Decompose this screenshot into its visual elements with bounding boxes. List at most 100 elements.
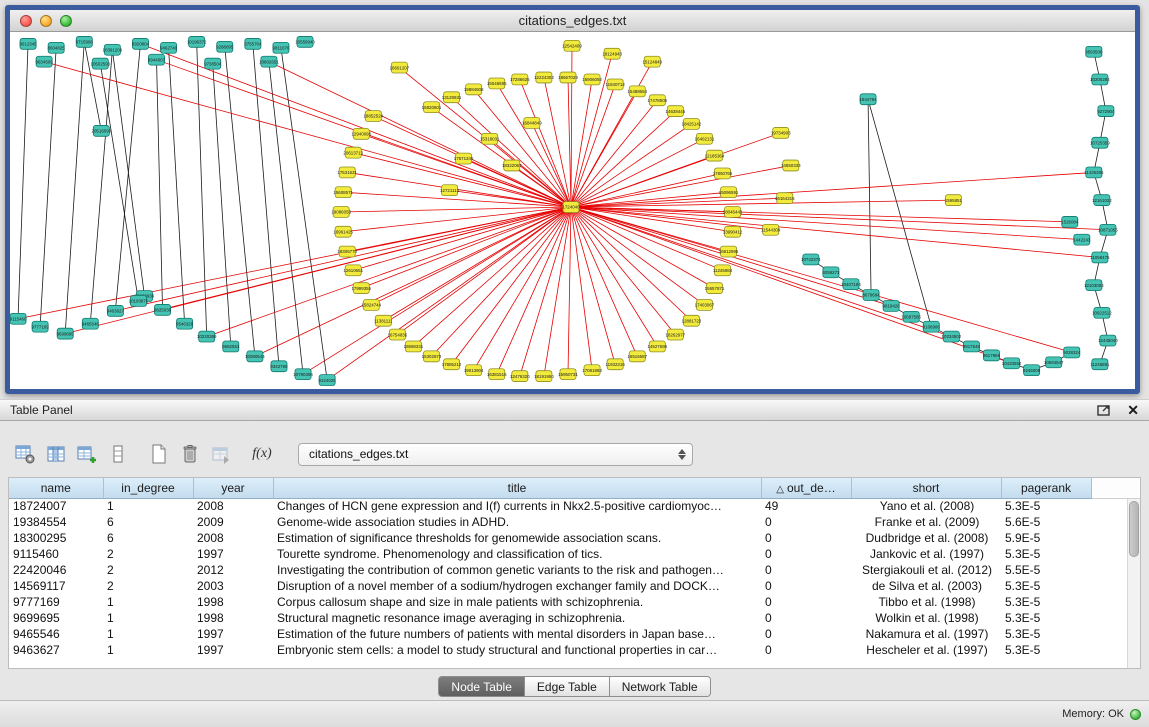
graph-node[interactable]: 8755704 <box>244 38 262 49</box>
cell-list-icon[interactable] <box>107 443 129 465</box>
graph-node[interactable]: 11840712 <box>606 79 626 90</box>
cell[interactable]: 18724007 <box>9 498 103 514</box>
graph-node[interactable]: 16961425 <box>333 226 353 237</box>
table-row[interactable]: 2242004622012Investigating the contribut… <box>9 562 1140 578</box>
graph-node[interactable]: 13990412 <box>723 226 743 237</box>
graph-node[interactable]: 16381516 <box>487 369 507 380</box>
cell[interactable]: 5.3E-5 <box>1001 578 1091 594</box>
cell[interactable]: Franke et al. (2009) <box>851 514 1001 530</box>
graph-node[interactable]: 10725359 <box>1090 137 1110 148</box>
graph-node[interactable]: 9028324 <box>1063 347 1081 358</box>
cell[interactable]: 1997 <box>193 546 273 562</box>
graph-node[interactable]: 19013904 <box>464 365 484 376</box>
cell[interactable]: Corpus callosum shape and size in male p… <box>273 594 761 610</box>
graph-node[interactable]: 14527698 <box>647 341 667 352</box>
cell[interactable]: 2 <box>103 546 193 562</box>
graph-node[interactable]: 12476320 <box>510 371 530 382</box>
cell[interactable]: 0 <box>761 610 851 626</box>
graph-node[interactable]: 16906092 <box>582 74 602 85</box>
cell[interactable]: 2008 <box>193 498 273 514</box>
function-builder-icon[interactable]: f(x) <box>251 443 273 465</box>
graph-node[interactable]: 12881723 <box>682 315 702 326</box>
cell[interactable]: 5.3E-5 <box>1001 626 1091 642</box>
graph-node[interactable]: 11058475 <box>1090 252 1110 263</box>
cell[interactable]: Structural magnetic resonance image aver… <box>273 610 761 626</box>
cell[interactable]: Tourette syndrome. Phenomenology and cla… <box>273 546 761 562</box>
graph-node[interactable]: 9465546 <box>82 318 100 329</box>
cell[interactable]: 0 <box>761 594 851 610</box>
cell[interactable]: 49 <box>761 498 851 514</box>
cell[interactable]: 0 <box>761 546 851 562</box>
cell[interactable]: 2 <box>103 562 193 578</box>
graph-node[interactable]: 10802651 <box>259 56 279 67</box>
graph-node[interactable]: 9738504 <box>204 58 222 69</box>
graph-node[interactable]: 1724040 <box>562 202 580 213</box>
graph-node[interactable]: 12103004 <box>1084 280 1104 291</box>
graph-node[interactable]: 17081983 <box>582 365 602 376</box>
cell[interactable]: 5.3E-5 <box>1001 498 1091 514</box>
graph-node[interactable]: 9463627 <box>107 305 125 316</box>
cell[interactable]: 1 <box>103 498 193 514</box>
graph-node[interactable]: 10391209 <box>103 44 123 55</box>
table-row[interactable]: 911546021997Tourette syndrome. Phenomeno… <box>9 546 1140 562</box>
cell[interactable]: 9699695 <box>9 610 103 626</box>
delete-table-icon[interactable] <box>179 443 201 465</box>
graph-node[interactable]: 8944007 <box>148 54 166 65</box>
graph-node[interactable]: 9106906 <box>923 321 941 332</box>
cell[interactable]: 18300295 <box>9 530 103 546</box>
citation-network-graph[interactable]: 1724040188525241294009820613713175316211… <box>10 32 1135 388</box>
graph-node[interactable]: 9245009 <box>1023 365 1041 376</box>
graph-node[interactable]: 19734903 <box>771 127 791 138</box>
graph-node[interactable]: 17850766 <box>713 168 733 179</box>
graph-node[interactable]: 15950731 <box>558 369 578 380</box>
cell[interactable]: 1 <box>103 642 193 658</box>
graph-node[interactable]: 18667029 <box>558 72 578 83</box>
graph-node[interactable]: 16601207 <box>390 62 410 73</box>
cell[interactable]: 1 <box>103 610 193 626</box>
graph-node[interactable]: 20613713 <box>343 147 363 158</box>
column-header-in_degree[interactable]: in_degree <box>103 478 193 498</box>
graph-node[interactable]: 16402131 <box>695 133 715 144</box>
graph-node[interactable]: 18191950 <box>534 371 554 382</box>
graph-node[interactable]: 15657871 <box>705 283 725 294</box>
graph-node[interactable]: 8825036 <box>154 304 172 315</box>
graph-node[interactable]: 11381111 <box>374 315 393 326</box>
graph-node[interactable]: 11246891 <box>1090 359 1110 370</box>
tab-edge-table[interactable]: Edge Table <box>525 676 610 697</box>
graph-node[interactable]: 18124943 <box>602 48 622 59</box>
graph-node[interactable]: 11425305 <box>1084 167 1104 178</box>
graph-node[interactable]: 12542409 <box>562 40 582 51</box>
cell[interactable]: 5.3E-5 <box>1001 594 1091 610</box>
graph-node[interactable]: 15546595 <box>487 78 507 89</box>
graph-node[interactable]: 17999356 <box>351 283 371 294</box>
graph-node[interactable]: 16820601 <box>422 102 442 113</box>
graph-node[interactable]: 17403067 <box>695 299 715 310</box>
column-header-short[interactable]: short <box>851 478 1001 498</box>
graph-node[interactable]: 1526084 <box>1061 216 1079 227</box>
cell[interactable]: 1998 <box>193 610 273 626</box>
cell[interactable]: 6 <box>103 530 193 546</box>
graph-node[interactable]: 8679694 <box>862 290 880 301</box>
cell[interactable]: 0 <box>761 626 851 642</box>
column-header-title[interactable]: title <box>273 478 761 498</box>
cell[interactable]: 0 <box>761 514 851 530</box>
graph-node[interactable]: 12940098 <box>351 128 371 139</box>
graph-node[interactable]: 11932316 <box>606 359 626 370</box>
graph-node[interactable]: 9617966 <box>983 350 1001 361</box>
graph-node[interactable]: 9715908 <box>76 36 94 47</box>
graph-node[interactable]: 10871055 <box>1098 224 1118 235</box>
graph-node[interactable]: 10196372 <box>187 36 207 47</box>
network-canvas[interactable]: 1724040188525241294009820613713175316211… <box>10 32 1135 388</box>
graph-node[interactable]: 9819428 <box>883 300 901 311</box>
graph-node[interactable]: 1944794 <box>859 94 877 105</box>
cell[interactable]: 2009 <box>193 514 273 530</box>
column-header-name[interactable]: name <box>9 478 103 498</box>
graph-node[interactable]: 19884608 <box>464 84 484 95</box>
table-row[interactable]: 946362711997Embryonic stem cells: a mode… <box>9 642 1140 658</box>
table-row[interactable]: 1872400712008Changes of HCN gene express… <box>9 498 1140 514</box>
cell[interactable]: Changes of HCN gene expression and I(f) … <box>273 498 761 514</box>
cell[interactable]: 9465546 <box>9 626 103 642</box>
cell[interactable]: 1 <box>103 594 193 610</box>
graph-node[interactable]: 10790396 <box>293 369 313 380</box>
tab-network-table[interactable]: Network Table <box>610 676 711 697</box>
